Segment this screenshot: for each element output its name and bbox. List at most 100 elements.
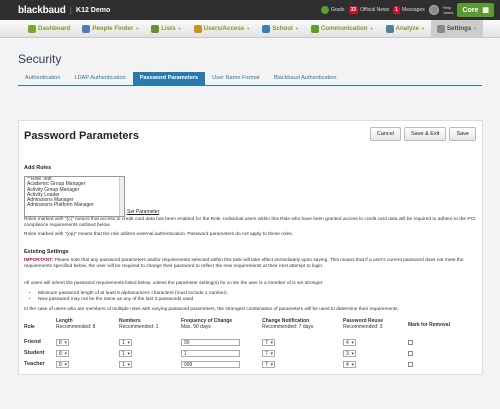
col-reuse: Password Reuse Recommended: 3 xyxy=(343,318,383,330)
messages-badge: 1 xyxy=(393,6,400,14)
numbers-select[interactable]: 1 xyxy=(119,361,132,368)
nav-icon xyxy=(385,24,394,33)
remove-checkbox[interactable] xyxy=(408,362,413,367)
messages-link[interactable]: 1 Messages xyxy=(393,6,425,14)
external-auth-note: Roles marked with "(ep)" means that the … xyxy=(24,232,293,237)
length-select[interactable]: 8 xyxy=(56,339,69,346)
notif-select[interactable]: 7 xyxy=(262,350,275,357)
messages-label: Messages xyxy=(401,7,425,13)
tab-authentication[interactable]: Authentication xyxy=(18,72,67,85)
nav-item-analyze[interactable]: Analyze ▼ xyxy=(380,20,431,38)
role-name: Friend xyxy=(24,339,41,345)
role-option[interactable]: Admissions Platform Manager xyxy=(25,203,124,209)
length-select[interactable]: 8 xyxy=(56,361,69,368)
length-select[interactable]: 8 xyxy=(56,350,69,357)
nav-label: Users/Access xyxy=(203,25,245,32)
col-frequency: Frequency of Change Max. 90 days xyxy=(181,318,232,330)
logo-separator: | xyxy=(69,5,73,15)
nav-label: Dashboard xyxy=(38,25,71,32)
main-nav: Dashboard People Finder ▼ Lists ▼ Users/Acces… xyxy=(0,19,500,38)
save-button[interactable]: Save xyxy=(449,127,476,141)
nav-item-people-finder[interactable]: People Finder ▼ xyxy=(76,20,145,38)
nav-label: Settings xyxy=(446,25,472,32)
col-notification: Change Notification Recommended: 7 days xyxy=(262,318,314,330)
reuse-select[interactable]: 3 xyxy=(343,350,356,357)
role-name: Teacher xyxy=(24,361,45,367)
col-reuse-rec: Recommended: 3 xyxy=(343,323,383,330)
freq-input[interactable]: 90 xyxy=(181,339,240,346)
roles-listbox[interactable]: **Role Test Academic Group Manager Activit… xyxy=(24,176,125,217)
chevron-down-icon: ▼ xyxy=(177,26,182,31)
freq-input[interactable]: 1 xyxy=(181,350,240,357)
existing-settings-heading: Existing Settings xyxy=(24,249,69,255)
nav-label: Analyze xyxy=(395,25,419,32)
notif-select[interactable]: 7 xyxy=(262,361,275,368)
password-rules: Minimum password length of at least 8 al… xyxy=(38,291,228,303)
tab-password-parameters[interactable]: Password Parameters xyxy=(132,72,206,85)
set-parameter-link[interactable]: Set Parameter xyxy=(127,209,159,215)
password-parameters-panel: Password Parameters Cancel Save & Exit S… xyxy=(18,120,483,375)
school-name: K12 Demo xyxy=(76,6,111,14)
important-label: IMPORTANT: xyxy=(24,258,54,263)
listbox-scrollbar[interactable] xyxy=(119,177,124,216)
nav-label: People Finder xyxy=(92,25,134,32)
nav-icon xyxy=(310,24,319,33)
chevron-down-icon: ▼ xyxy=(473,26,478,31)
brand-name: blackbaud xyxy=(18,4,66,16)
grads-label: Grads xyxy=(330,7,345,13)
nav-label: Communication xyxy=(320,25,368,32)
core-menu[interactable]: Core ▦ xyxy=(457,3,494,17)
grad-icon xyxy=(320,6,329,14)
freq-input[interactable]: 999 xyxy=(181,361,240,368)
nav-label: School xyxy=(272,25,293,32)
important-text: Please note that any password parameters… xyxy=(24,258,464,269)
nav-item-dashboard[interactable]: Dashboard xyxy=(22,20,76,38)
role-name: Student xyxy=(24,350,45,356)
col-freq-rec: Max. 90 days xyxy=(181,323,211,330)
user-name[interactable]: Help Jones xyxy=(443,5,454,15)
nav-icon xyxy=(262,24,271,33)
multi-role-note: In the case of users who are members of … xyxy=(24,307,399,312)
reuse-select[interactable]: 4 xyxy=(343,361,356,368)
important-note: IMPORTANT: Please note that any password… xyxy=(24,258,479,270)
nav-item-communication[interactable]: Communication ▼ xyxy=(305,20,380,38)
tab-user-name-format[interactable]: User Name Format xyxy=(205,72,267,85)
panel-title: Password Parameters xyxy=(24,130,139,142)
col-role: Role xyxy=(24,324,35,330)
notif-select[interactable]: 7 xyxy=(262,339,275,346)
rule-item: New password may not be the same as any … xyxy=(38,297,228,303)
numbers-select[interactable]: 1 xyxy=(119,339,132,346)
nav-item-users-access[interactable]: Users/Access ▼ xyxy=(188,20,257,38)
credit-card-note: Roles marked with "(c)" means that acces… xyxy=(24,217,476,228)
nav-icon xyxy=(82,24,91,33)
add-roles-heading: Add Roles xyxy=(24,165,52,171)
avatar[interactable] xyxy=(428,5,439,15)
col-removal: Mark for Removal xyxy=(408,322,450,328)
chevron-down-icon: ▼ xyxy=(246,26,251,31)
remove-checkbox[interactable] xyxy=(408,340,413,345)
nav-item-lists[interactable]: Lists ▼ xyxy=(145,20,187,38)
grads-link[interactable]: Grads xyxy=(320,6,345,14)
nav-icon xyxy=(28,24,36,33)
nav-item-settings[interactable]: Settings ▼ xyxy=(430,19,484,38)
nav-icon xyxy=(151,24,160,33)
col-numbers: Numbers Recommended: 1 xyxy=(119,318,158,330)
cancel-button[interactable]: Cancel xyxy=(369,127,402,141)
col-notif-rec: Recommended: 7 days xyxy=(262,323,314,330)
nav-item-school[interactable]: School ▼ xyxy=(256,20,305,38)
reuse-select[interactable]: 4 xyxy=(343,339,356,346)
save-exit-button[interactable]: Save & Exit xyxy=(404,127,447,141)
top-bar: blackbaud | K12 Demo Grads 33 Official Ne… xyxy=(0,0,500,20)
nav-label: Lists xyxy=(161,25,176,32)
logo[interactable]: blackbaud | K12 Demo xyxy=(18,5,110,16)
nav-icon xyxy=(436,24,445,33)
col-length-rec: Recommended: 8 xyxy=(56,323,96,330)
tab-blackbaud-authentication[interactable]: Blackbaud Authentication xyxy=(267,72,344,85)
news-link[interactable]: 33 Official News xyxy=(348,6,389,14)
page-title: Security xyxy=(18,52,62,66)
remove-checkbox[interactable] xyxy=(408,351,413,356)
news-badge: 33 xyxy=(348,6,359,14)
inherit-note: All users will inherit the password requ… xyxy=(24,281,324,286)
numbers-select[interactable]: 1 xyxy=(119,350,132,357)
tab-ldap-authentication[interactable]: LDAP Authentication xyxy=(67,72,132,85)
